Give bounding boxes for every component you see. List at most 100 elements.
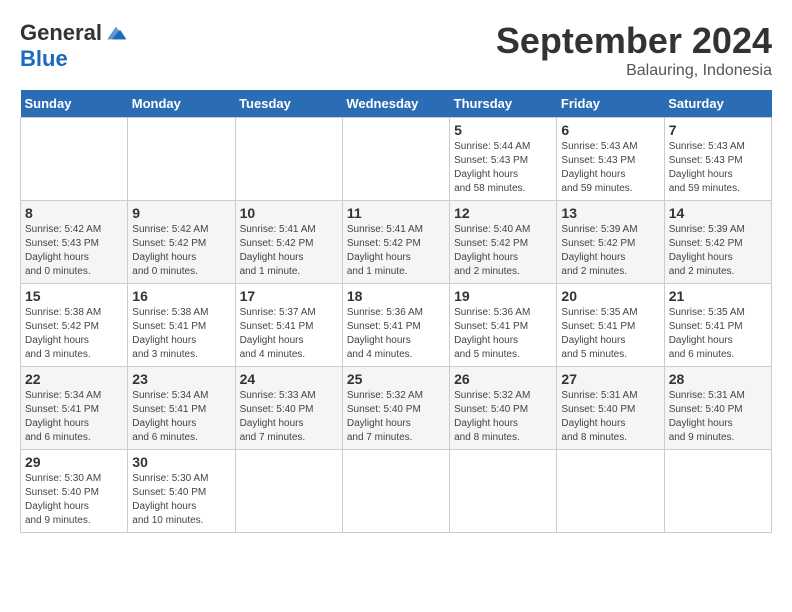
day-number: 25 (347, 371, 445, 387)
day-number: 11 (347, 205, 445, 221)
calendar-cell: 19 Sunrise: 5:36 AMSunset: 5:41 PMDayligh… (450, 284, 557, 367)
day-info: Sunrise: 5:32 AMSunset: 5:40 PMDaylight … (347, 389, 445, 445)
calendar-cell: 28 Sunrise: 5:31 AMSunset: 5:40 PMDayligh… (664, 367, 771, 450)
calendar-cell: 15 Sunrise: 5:38 AMSunset: 5:42 PMDayligh… (21, 284, 128, 367)
calendar-cell (235, 450, 342, 533)
day-number: 28 (669, 371, 767, 387)
day-number: 13 (561, 205, 659, 221)
calendar-cell: 11 Sunrise: 5:41 AMSunset: 5:42 PMDayligh… (342, 201, 449, 284)
day-number: 18 (347, 288, 445, 304)
day-info: Sunrise: 5:34 AMSunset: 5:41 PMDaylight … (132, 389, 230, 445)
header-thursday: Thursday (450, 90, 557, 118)
header-sunday: Sunday (21, 90, 128, 118)
calendar-cell (557, 450, 664, 533)
logo: General Blue (20, 20, 128, 72)
day-number: 14 (669, 205, 767, 221)
page-header: General Blue September 2024 Balauring, I… (20, 20, 772, 80)
day-info: Sunrise: 5:34 AMSunset: 5:41 PMDaylight … (25, 389, 123, 445)
location: Balauring, Indonesia (496, 62, 772, 80)
day-info: Sunrise: 5:36 AMSunset: 5:41 PMDaylight … (347, 306, 445, 362)
day-info: Sunrise: 5:38 AMSunset: 5:41 PMDaylight … (132, 306, 230, 362)
calendar-cell (235, 118, 342, 201)
calendar-week-2: 8 Sunrise: 5:42 AMSunset: 5:43 PMDaylight… (21, 201, 772, 284)
title-section: September 2024 Balauring, Indonesia (496, 20, 772, 80)
calendar-cell (342, 450, 449, 533)
logo-general-text: General (20, 20, 102, 46)
day-info: Sunrise: 5:38 AMSunset: 5:42 PMDaylight … (25, 306, 123, 362)
day-info: Sunrise: 5:36 AMSunset: 5:41 PMDaylight … (454, 306, 552, 362)
day-number: 7 (669, 122, 767, 138)
calendar-cell: 25 Sunrise: 5:32 AMSunset: 5:40 PMDayligh… (342, 367, 449, 450)
calendar-cell: 22 Sunrise: 5:34 AMSunset: 5:41 PMDayligh… (21, 367, 128, 450)
calendar-cell: 13 Sunrise: 5:39 AMSunset: 5:42 PMDayligh… (557, 201, 664, 284)
calendar-cell: 6 Sunrise: 5:43 AMSunset: 5:43 PMDaylight… (557, 118, 664, 201)
calendar-cell: 18 Sunrise: 5:36 AMSunset: 5:41 PMDayligh… (342, 284, 449, 367)
day-info: Sunrise: 5:35 AMSunset: 5:41 PMDaylight … (561, 306, 659, 362)
calendar-cell: 16 Sunrise: 5:38 AMSunset: 5:41 PMDayligh… (128, 284, 235, 367)
day-number: 26 (454, 371, 552, 387)
day-info: Sunrise: 5:31 AMSunset: 5:40 PMDaylight … (561, 389, 659, 445)
day-info: Sunrise: 5:42 AMSunset: 5:42 PMDaylight … (132, 223, 230, 279)
day-info: Sunrise: 5:35 AMSunset: 5:41 PMDaylight … (669, 306, 767, 362)
calendar-cell: 27 Sunrise: 5:31 AMSunset: 5:40 PMDayligh… (557, 367, 664, 450)
calendar-cell: 8 Sunrise: 5:42 AMSunset: 5:43 PMDaylight… (21, 201, 128, 284)
day-info: Sunrise: 5:44 AMSunset: 5:43 PMDaylight … (454, 140, 552, 196)
calendar-week-3: 15 Sunrise: 5:38 AMSunset: 5:42 PMDayligh… (21, 284, 772, 367)
weekday-header-row: Sunday Monday Tuesday Wednesday Thursday… (21, 90, 772, 118)
day-info: Sunrise: 5:31 AMSunset: 5:40 PMDaylight … (669, 389, 767, 445)
logo-blue-text: Blue (20, 46, 68, 72)
calendar-cell: 7 Sunrise: 5:43 AMSunset: 5:43 PMDaylight… (664, 118, 771, 201)
day-info: Sunrise: 5:41 AMSunset: 5:42 PMDaylight … (240, 223, 338, 279)
calendar-cell: 5Sunrise: 5:44 AMSunset: 5:43 PMDaylight… (450, 118, 557, 201)
day-number: 10 (240, 205, 338, 221)
day-number: 6 (561, 122, 659, 138)
calendar-table: Sunday Monday Tuesday Wednesday Thursday… (20, 90, 772, 533)
month-title: September 2024 (496, 20, 772, 62)
day-number: 9 (132, 205, 230, 221)
day-info: Sunrise: 5:39 AMSunset: 5:42 PMDaylight … (561, 223, 659, 279)
header-wednesday: Wednesday (342, 90, 449, 118)
calendar-cell: 10 Sunrise: 5:41 AMSunset: 5:42 PMDayligh… (235, 201, 342, 284)
calendar-cell: 30Sunrise: 5:30 AMSunset: 5:40 PMDayligh… (128, 450, 235, 533)
header-tuesday: Tuesday (235, 90, 342, 118)
day-number: 15 (25, 288, 123, 304)
day-info: Sunrise: 5:41 AMSunset: 5:42 PMDaylight … (347, 223, 445, 279)
day-info: Sunrise: 5:39 AMSunset: 5:42 PMDaylight … (669, 223, 767, 279)
day-info: Sunrise: 5:37 AMSunset: 5:41 PMDaylight … (240, 306, 338, 362)
day-info: Sunrise: 5:43 AMSunset: 5:43 PMDaylight … (561, 140, 659, 196)
calendar-cell (128, 118, 235, 201)
day-number: 27 (561, 371, 659, 387)
header-friday: Friday (557, 90, 664, 118)
calendar-cell (342, 118, 449, 201)
day-info: Sunrise: 5:33 AMSunset: 5:40 PMDaylight … (240, 389, 338, 445)
day-info: Sunrise: 5:43 AMSunset: 5:43 PMDaylight … (669, 140, 767, 196)
day-number: 29 (25, 454, 123, 470)
header-monday: Monday (128, 90, 235, 118)
calendar-week-1: 5Sunrise: 5:44 AMSunset: 5:43 PMDaylight… (21, 118, 772, 201)
calendar-cell: 17 Sunrise: 5:37 AMSunset: 5:41 PMDayligh… (235, 284, 342, 367)
day-info: Sunrise: 5:42 AMSunset: 5:43 PMDaylight … (25, 223, 123, 279)
day-info: Sunrise: 5:32 AMSunset: 5:40 PMDaylight … (454, 389, 552, 445)
calendar-cell (664, 450, 771, 533)
day-number: 22 (25, 371, 123, 387)
day-number: 24 (240, 371, 338, 387)
calendar-cell: 14 Sunrise: 5:39 AMSunset: 5:42 PMDayligh… (664, 201, 771, 284)
calendar-week-5: 29 Sunrise: 5:30 AMSunset: 5:40 PMDayligh… (21, 450, 772, 533)
header-saturday: Saturday (664, 90, 771, 118)
day-number: 12 (454, 205, 552, 221)
day-number: 30 (132, 454, 230, 470)
calendar-cell: 12Sunrise: 5:40 AMSunset: 5:42 PMDayligh… (450, 201, 557, 284)
calendar-cell: 29 Sunrise: 5:30 AMSunset: 5:40 PMDayligh… (21, 450, 128, 533)
day-number: 17 (240, 288, 338, 304)
day-number: 19 (454, 288, 552, 304)
calendar-cell (21, 118, 128, 201)
calendar-cell: 23 Sunrise: 5:34 AMSunset: 5:41 PMDayligh… (128, 367, 235, 450)
calendar-cell: 26 Sunrise: 5:32 AMSunset: 5:40 PMDayligh… (450, 367, 557, 450)
day-info: Sunrise: 5:30 AMSunset: 5:40 PMDaylight … (25, 472, 123, 528)
day-number: 8 (25, 205, 123, 221)
day-number: 20 (561, 288, 659, 304)
day-number: 23 (132, 371, 230, 387)
calendar-cell: 24 Sunrise: 5:33 AMSunset: 5:40 PMDayligh… (235, 367, 342, 450)
calendar-cell: 21Sunrise: 5:35 AMSunset: 5:41 PMDayligh… (664, 284, 771, 367)
day-number: 16 (132, 288, 230, 304)
